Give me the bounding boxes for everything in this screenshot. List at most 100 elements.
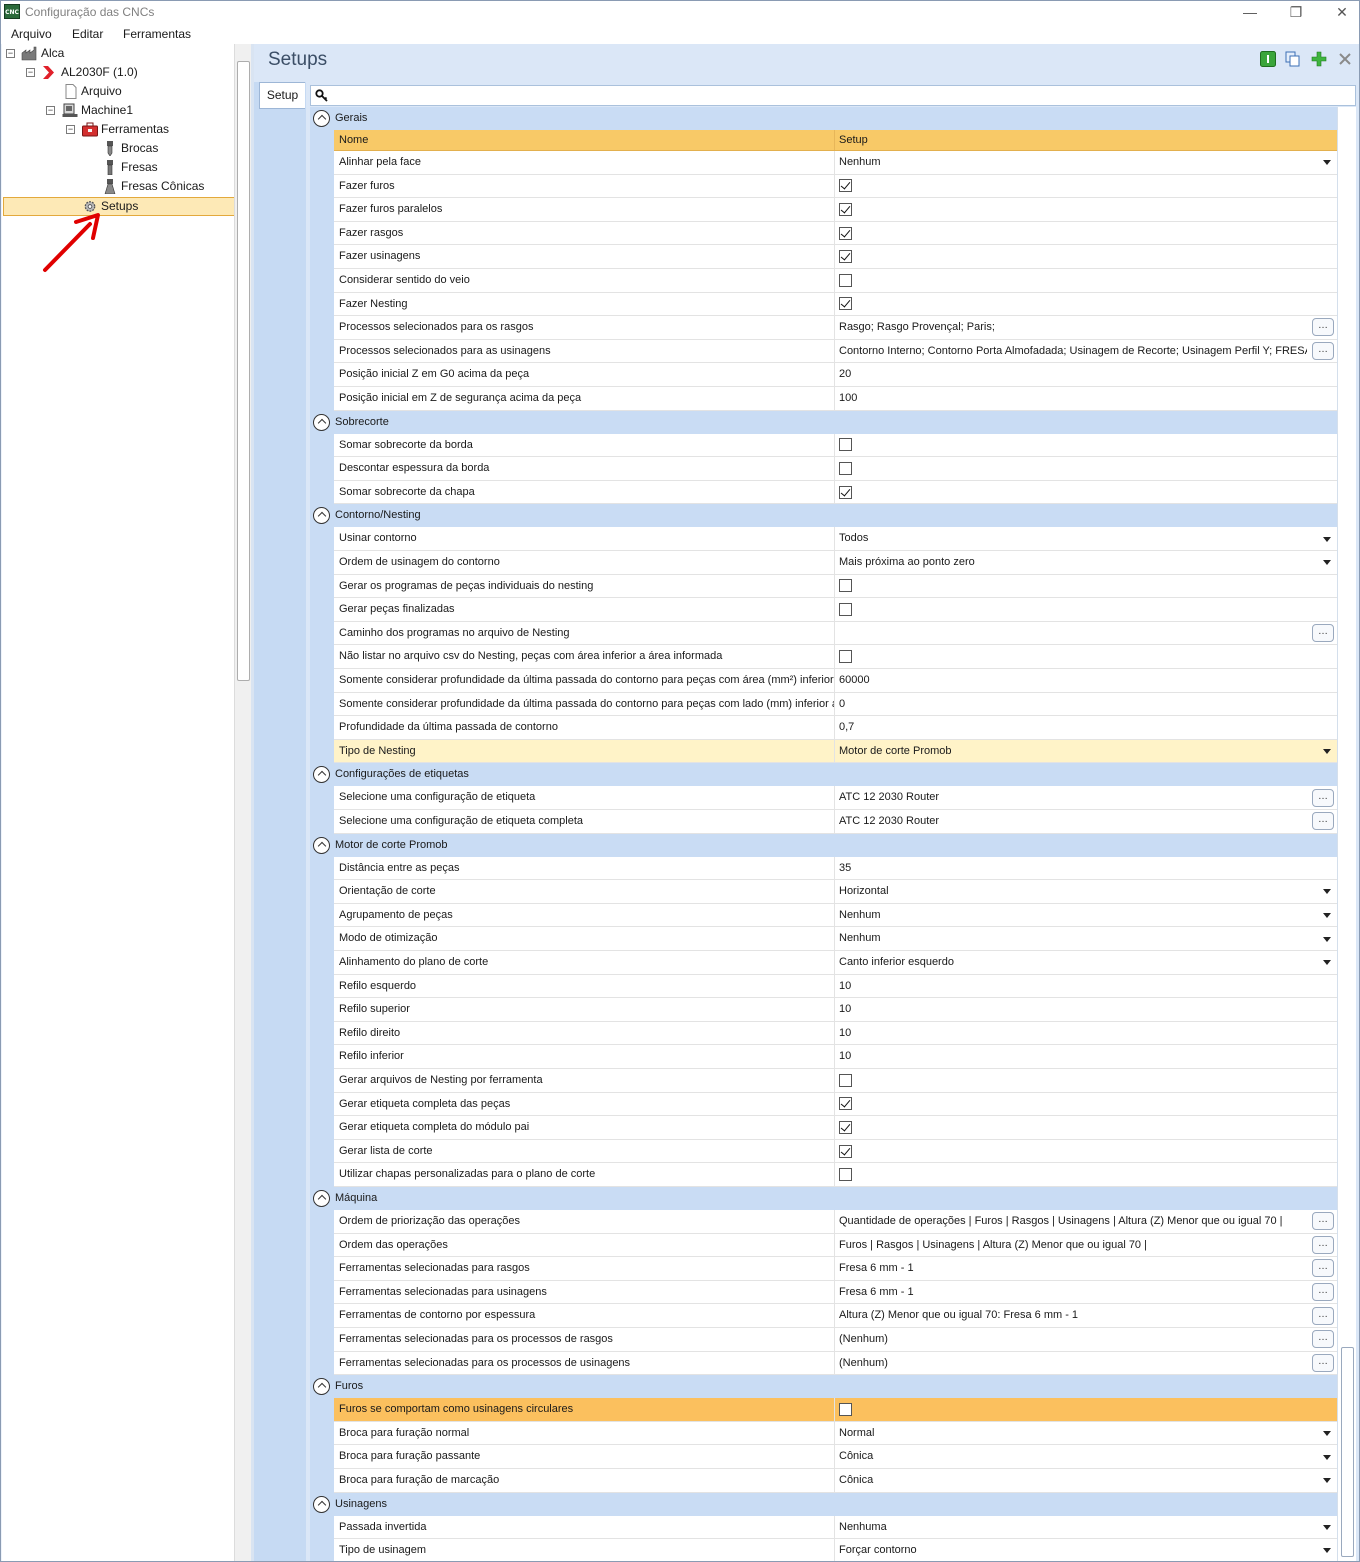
property-row[interactable]: Modo de otimização Nenhum	[334, 927, 1337, 951]
property-row[interactable]: Usinar contorno Todos	[334, 527, 1337, 551]
property-row[interactable]: Broca para furação normal Normal	[334, 1421, 1337, 1446]
property-row[interactable]: Distância entre as peças 35	[334, 856, 1337, 881]
property-value[interactable]: Nenhum	[834, 151, 1337, 174]
close-button[interactable]: ✕	[1327, 2, 1357, 22]
collapse-circle-icon[interactable]	[313, 110, 330, 127]
property-value[interactable]: 0,7	[834, 716, 1337, 739]
property-value[interactable]: Nenhum	[834, 903, 1337, 927]
property-value[interactable]: Quantidade de operações | Furos | Rasgos…	[834, 1210, 1337, 1233]
property-row[interactable]: Broca para furação passante Cônica	[334, 1445, 1337, 1469]
dropdown-arrow-icon[interactable]	[1323, 936, 1331, 942]
property-value[interactable]: Forçar contorno	[834, 1539, 1337, 1561]
property-value[interactable]: Canto inferior esquerdo	[834, 951, 1337, 974]
property-row[interactable]: Fazer Nesting	[334, 292, 1337, 317]
property-value[interactable]: (Nenhum)…	[834, 1351, 1337, 1375]
property-value[interactable]: Todos	[834, 527, 1337, 550]
property-value[interactable]: Motor de corte Promob	[834, 739, 1337, 763]
checkbox[interactable]	[839, 1097, 852, 1111]
dropdown-arrow-icon[interactable]	[1323, 560, 1331, 566]
property-value[interactable]	[834, 457, 1337, 480]
checkbox[interactable]	[839, 250, 852, 264]
tree-item-fresas-conicas[interactable]: Fresas Cônicas	[2, 177, 234, 196]
grid-scrollbar[interactable]	[1337, 107, 1356, 1561]
property-value[interactable]: 60000	[834, 669, 1337, 692]
property-value[interactable]: 10	[834, 998, 1337, 1021]
group-configuracoes-de-etiquetas[interactable]: Configurações de etiquetas	[310, 763, 1337, 787]
property-value[interactable]: Horizontal	[834, 880, 1337, 903]
property-value[interactable]	[834, 198, 1337, 221]
property-value[interactable]	[834, 645, 1337, 668]
property-row[interactable]: Orientação de corte Horizontal	[334, 880, 1337, 904]
property-row[interactable]: Selecione uma configuração de etiqueta AT…	[334, 786, 1337, 810]
property-value[interactable]: 20	[834, 363, 1337, 386]
property-value[interactable]: Mais próxima ao ponto zero	[834, 551, 1337, 574]
property-row[interactable]: Ordem das operações Furos | Rasgos | Usin…	[334, 1233, 1337, 1258]
collapse-circle-icon[interactable]	[313, 1378, 330, 1396]
tree-item-ferramentas[interactable]: − Ferramentas	[2, 120, 234, 139]
collapse-circle-icon[interactable]	[313, 413, 330, 431]
dropdown-arrow-icon[interactable]	[1323, 1454, 1331, 1460]
property-value[interactable]	[834, 269, 1337, 292]
tree-scrollbar-thumb[interactable]	[237, 61, 250, 681]
property-row[interactable]: Profundidade da última passada de contor…	[334, 716, 1337, 740]
dropdown-arrow-icon[interactable]	[1323, 1548, 1331, 1554]
ellipsis-button[interactable]: …	[1312, 788, 1334, 807]
property-row[interactable]: Passada invertida Nenhuma	[334, 1515, 1337, 1540]
tree-item-machine1[interactable]: − Machine1	[2, 101, 234, 120]
property-row[interactable]: Alinhar pela face Nenhum	[334, 151, 1337, 175]
property-row[interactable]: Fazer furos paralelos	[334, 198, 1337, 222]
checkbox[interactable]	[839, 179, 852, 193]
ellipsis-button[interactable]: …	[1312, 342, 1334, 361]
property-row[interactable]: Ferramentas selecionadas para rasgos Fres…	[334, 1257, 1337, 1281]
property-value[interactable]	[834, 221, 1337, 245]
property-row[interactable]: Posição inicial Z em G0 acima da peça 20	[334, 363, 1337, 387]
property-row[interactable]: Descontar espessura da borda	[334, 457, 1337, 481]
checkbox[interactable]	[839, 461, 852, 475]
collapse-icon[interactable]: −	[26, 68, 35, 77]
group-furos[interactable]: Furos	[310, 1375, 1337, 1399]
property-value[interactable]	[834, 292, 1337, 316]
property-row[interactable]: Gerar etiqueta completa das peças	[334, 1092, 1337, 1117]
ellipsis-button[interactable]: …	[1312, 624, 1334, 643]
property-value[interactable]: 10	[834, 1045, 1337, 1068]
tree-item-fresas[interactable]: Fresas	[2, 158, 234, 177]
property-row[interactable]: Fazer furos	[334, 174, 1337, 199]
collapse-circle-icon[interactable]	[313, 766, 330, 784]
tab-setup[interactable]: Setup	[259, 82, 305, 109]
property-row[interactable]: Gerar etiqueta completa do módulo pai	[334, 1116, 1337, 1140]
property-row[interactable]: Refilo direito 10	[334, 1021, 1337, 1046]
tree-item-brocas[interactable]: Brocas	[2, 139, 234, 158]
property-value[interactable]: ATC 12 2030 Router…	[834, 810, 1337, 833]
tree-scrollbar[interactable]	[234, 44, 251, 1561]
property-value[interactable]	[834, 1163, 1337, 1186]
delete-icon[interactable]	[1337, 51, 1353, 67]
collapse-circle-icon[interactable]	[313, 836, 330, 854]
dropdown-arrow-icon[interactable]	[1323, 749, 1331, 755]
group-motor-de-corte-promob[interactable]: Motor de corte Promob	[310, 833, 1337, 857]
dropdown-arrow-icon[interactable]	[1323, 1431, 1331, 1437]
checkbox[interactable]	[839, 485, 852, 499]
checkbox[interactable]	[839, 1073, 852, 1087]
property-row[interactable]: Selecione uma configuração de etiqueta c…	[334, 810, 1337, 834]
property-value[interactable]	[834, 1398, 1337, 1421]
property-value[interactable]: 10	[834, 974, 1337, 998]
checkbox[interactable]	[839, 1402, 852, 1416]
checkbox[interactable]	[839, 297, 852, 311]
property-value[interactable]: ATC 12 2030 Router…	[834, 786, 1337, 809]
dropdown-arrow-icon[interactable]	[1323, 1478, 1331, 1484]
group-contorno-nesting[interactable]: Contorno/Nesting	[310, 504, 1337, 528]
dropdown-arrow-icon[interactable]	[1323, 889, 1331, 895]
property-value[interactable]: …	[834, 621, 1337, 645]
property-row[interactable]: Processos selecionados para as usinagens…	[334, 339, 1337, 364]
dropdown-arrow-icon[interactable]	[1323, 913, 1331, 919]
property-value[interactable]	[834, 245, 1337, 268]
property-row[interactable]: Processos selecionados para os rasgos Ras…	[334, 316, 1337, 340]
property-value[interactable]: 100	[834, 387, 1337, 410]
property-row[interactable]: Gerar os programas de peças individuais …	[334, 574, 1337, 599]
tree-item-setups[interactable]: Setups	[2, 197, 234, 216]
checkbox[interactable]	[839, 1144, 852, 1158]
property-row[interactable]: Refilo superior 10	[334, 998, 1337, 1022]
property-row[interactable]: Fazer rasgos	[334, 221, 1337, 246]
property-row[interactable]: Ferramentas selecionadas para os process…	[334, 1328, 1337, 1352]
property-row[interactable]: Furos se comportam como usinagens circul…	[334, 1398, 1337, 1422]
